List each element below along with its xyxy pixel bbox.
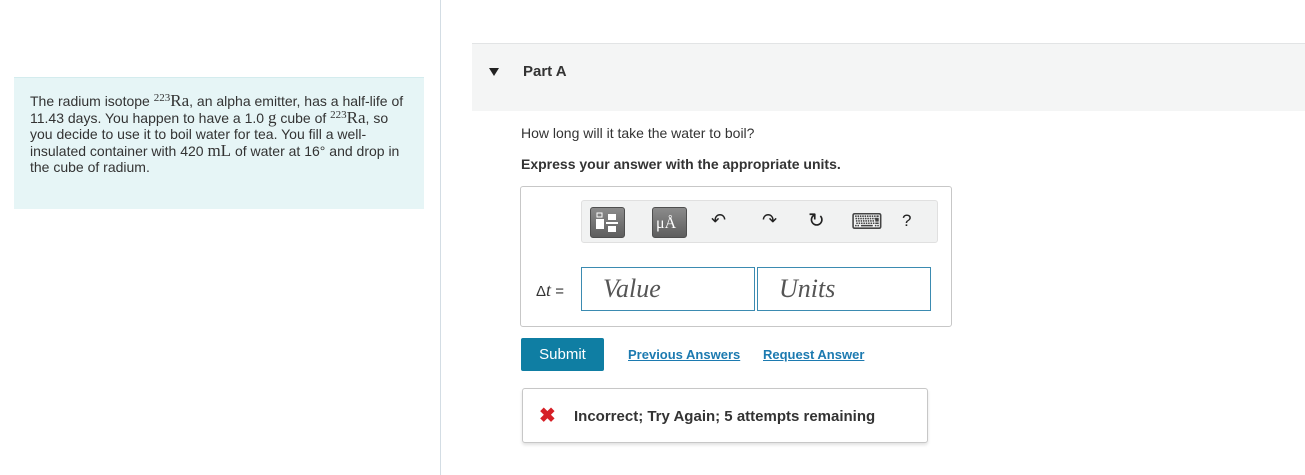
isotope-mass: 223 — [330, 108, 347, 121]
isotope-symbol: Ra — [170, 91, 190, 110]
column-divider — [440, 0, 441, 475]
problem-text: The radium isotope — [30, 93, 154, 109]
problem-text: of water at 16 — [231, 142, 320, 159]
keyboard-icon[interactable]: ⌨ — [851, 211, 883, 233]
value-placeholder: Value — [603, 274, 661, 303]
problem-text: cube of — [276, 109, 331, 126]
units-button[interactable]: μÅ — [652, 207, 687, 238]
units-input[interactable]: Units — [757, 267, 931, 311]
previous-answers-link[interactable]: Previous Answers — [628, 347, 740, 362]
part-title: Part A — [523, 63, 567, 80]
problem-statement: The radium isotope 223Ra, an alpha emitt… — [14, 77, 424, 209]
help-icon[interactable]: ? — [902, 212, 911, 229]
redo-icon[interactable]: ↷ — [762, 211, 777, 229]
feedback-text: Incorrect; Try Again; 5 attempts remaini… — [574, 408, 876, 425]
answer-label: Δt = — [536, 280, 564, 301]
instruction-text: Express your answer with the appropriate… — [521, 156, 841, 172]
delta-symbol: Δ — [536, 283, 547, 300]
templates-button[interactable] — [590, 207, 625, 238]
submit-button[interactable]: Submit — [521, 338, 604, 371]
templates-icon — [596, 212, 618, 232]
math-toolbar: μÅ ↶ ↷ ↻ ⌨ ? — [581, 200, 938, 243]
feedback-box: ✖ Incorrect; Try Again; 5 attempts remai… — [522, 388, 928, 443]
part-a-header[interactable]: Part A — [472, 43, 1305, 111]
isotope-mass: 223 — [153, 92, 171, 104]
undo-icon[interactable]: ↶ — [711, 211, 726, 229]
value-input[interactable]: Value — [581, 267, 755, 311]
collapse-arrow-icon[interactable] — [489, 68, 499, 76]
isotope-symbol: Ra — [346, 107, 366, 127]
equals-sign: = — [551, 283, 564, 300]
units-icon: μÅ — [656, 215, 677, 232]
units-placeholder: Units — [779, 274, 836, 303]
answer-box: μÅ ↶ ↷ ↻ ⌨ ? Δt = Value Units — [520, 186, 952, 327]
question-text: How long will it take the water to boil? — [521, 125, 755, 141]
unit-milliliters: mL — [207, 140, 232, 160]
reset-icon[interactable]: ↻ — [808, 211, 825, 231]
request-answer-link[interactable]: Request Answer — [763, 347, 864, 362]
incorrect-icon: ✖ — [539, 405, 556, 427]
